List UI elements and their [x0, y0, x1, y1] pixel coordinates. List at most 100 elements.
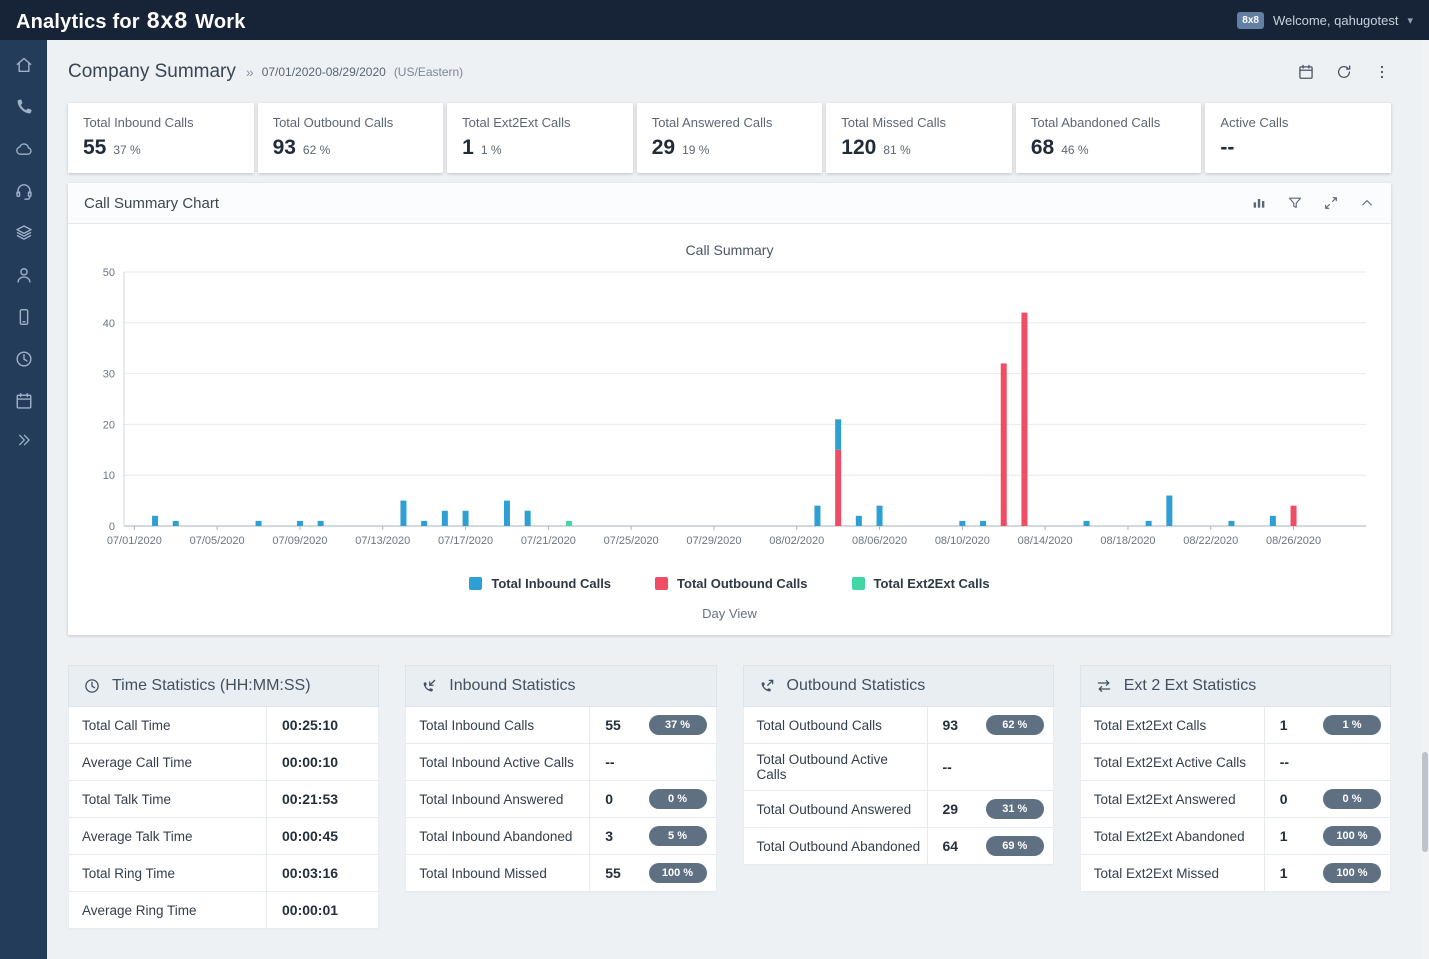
stat-row: Total Inbound Missed 55 100 %: [406, 855, 716, 892]
page-scrollbar[interactable]: [1421, 40, 1429, 959]
sidebar-item-devices[interactable]: [0, 296, 47, 338]
bar-08/16/2020: [1083, 520, 1090, 526]
user-8x8-badge: 8x8: [1237, 11, 1264, 29]
date-range[interactable]: 07/01/2020-08/29/2020: [262, 65, 386, 79]
phone-icon: [17, 99, 32, 114]
top-bar: Analytics for 8x8 Work 8x8 Welcome, qahu…: [0, 0, 1429, 40]
sidebar-item-home[interactable]: [0, 44, 47, 86]
svg-text:40: 40: [102, 318, 114, 330]
stat-row: Total Ext2Ext Active Calls --: [1080, 744, 1390, 781]
stat-row: Total Outbound Answered 29 31 %: [743, 791, 1053, 828]
statistics-grid: Time Statistics (HH:MM:SS) Total Call Tim…: [68, 665, 1391, 930]
date-picker-button[interactable]: [1297, 63, 1315, 81]
stat-row: Average Talk Time 00:00:45: [69, 818, 379, 855]
bar-08/25/2020: [1269, 515, 1276, 526]
bar-07/02/2020: [151, 515, 158, 526]
sidebar-item-calls[interactable]: [0, 86, 47, 128]
card-value: 68: [1030, 136, 1055, 159]
percent-badge: 62 %: [985, 715, 1044, 735]
percent-badge: 0 %: [1323, 789, 1381, 809]
stat-label: Total Outbound Answered: [744, 791, 928, 827]
outbound-statistics-panel: Outbound Statistics Total Outbound Calls 9…: [742, 665, 1054, 930]
filter-icon: [1288, 197, 1302, 208]
stat-label: Total Outbound Calls: [744, 707, 928, 743]
fullscreen-button[interactable]: [1323, 195, 1339, 211]
sidebar-item-schedule[interactable]: [0, 380, 47, 422]
stat-panel-title: Time Statistics (HH:MM:SS): [112, 677, 311, 694]
bar-08/12/2020: [1000, 363, 1007, 526]
stat-value: 00:03:16: [282, 865, 339, 881]
refresh-icon: [1337, 64, 1351, 78]
stat-label: Total Ext2Ext Active Calls: [1081, 744, 1265, 780]
stat-row: Total Ext2Ext Calls 1 1 %: [1080, 707, 1390, 744]
stat-value: 00:25:10: [282, 717, 339, 733]
refresh-button[interactable]: [1335, 63, 1353, 81]
percent-badge: 100 %: [1323, 826, 1381, 846]
sidebar-item-users[interactable]: [0, 254, 47, 296]
percent-badge: 1 %: [1323, 715, 1381, 735]
stat-panel-title: Ext 2 Ext Statistics: [1123, 677, 1257, 694]
timezone-label: (US/Eastern): [393, 64, 464, 79]
call-summary-chart-panel: Call Summary Chart Call Summary 0 10 20 30 4…: [68, 183, 1391, 635]
page-header: Company Summary » 07/01/2020-08/29/2020 …: [68, 40, 1391, 103]
stat-row: Total Inbound Calls 55 37 %: [406, 707, 716, 744]
bar-08/04/2020: [834, 419, 841, 450]
stat-label: Average Talk Time: [69, 818, 267, 854]
more-options-button[interactable]: [1373, 63, 1391, 81]
sidebar-item-queues[interactable]: [0, 212, 47, 254]
summary-card-total-abandoned-calls: Total Abandoned Calls 68 46 %: [1015, 103, 1202, 173]
scrollbar-thumb[interactable]: [1422, 752, 1428, 852]
legend-item[interactable]: Total Inbound Calls: [469, 576, 611, 591]
sidebar-item-agents[interactable]: [0, 170, 47, 212]
bar-07/09/2020: [296, 520, 303, 526]
filter-button[interactable]: [1287, 195, 1303, 211]
legend-item[interactable]: Total Ext2Ext Calls: [851, 576, 990, 591]
stat-value: 55: [605, 865, 621, 881]
legend-item[interactable]: Total Outbound Calls: [655, 576, 808, 591]
sidebar-expand-button[interactable]: [0, 422, 47, 458]
card-value: 1: [462, 136, 474, 159]
bar-07/17/2020: [462, 510, 469, 526]
svg-text:08/10/2020: 08/10/2020: [934, 535, 989, 547]
card-percent: 62 %: [302, 143, 331, 157]
chart-type-button[interactable]: [1251, 195, 1267, 211]
stat-value: 93: [942, 717, 959, 733]
stat-value: 0: [605, 791, 614, 807]
bar-07/16/2020: [441, 510, 448, 526]
body-row: Company Summary » 07/01/2020-08/29/2020 …: [0, 40, 1429, 959]
user-menu[interactable]: 8x8 Welcome, qahugotest ▾: [1237, 11, 1413, 29]
inbound-statistics-panel: Inbound Statistics Total Inbound Calls 55 3…: [405, 665, 717, 930]
inbound-call-icon: [423, 679, 436, 692]
stat-value: 1: [1279, 828, 1288, 844]
card-label: Total Inbound Calls: [83, 115, 194, 130]
stat-row: Total Outbound Active Calls --: [743, 744, 1053, 791]
bar-07/14/2020: [399, 500, 406, 526]
stat-label: Total Inbound Active Calls: [406, 744, 591, 780]
sidebar-item-cloud-services[interactable]: [0, 128, 47, 170]
svg-text:07/13/2020: 07/13/2020: [355, 535, 410, 547]
bar-08/06/2020: [876, 505, 883, 526]
stat-label: Total Outbound Active Calls: [744, 744, 928, 790]
svg-text:07/17/2020: 07/17/2020: [438, 535, 493, 547]
stat-value: 00:00:01: [282, 902, 339, 918]
day-view-label: Day View: [702, 606, 757, 621]
chart-area: 0 10 20 30 40 50 07/01/2020 07/05/2020 07/09/202…: [76, 262, 1383, 562]
stat-label: Total Ring Time: [69, 855, 267, 891]
percent-badge: 100 %: [1323, 863, 1381, 883]
welcome-text[interactable]: Welcome, qahugotest: [1273, 13, 1399, 28]
stat-panel-header: Inbound Statistics: [405, 665, 717, 707]
queues-icon: [15, 225, 32, 240]
bar-07/19/2020: [503, 500, 510, 526]
bar-08/03/2020: [813, 505, 820, 526]
stat-value: --: [942, 759, 952, 775]
sidebar-item-time[interactable]: [0, 338, 47, 380]
collapse-panel-button[interactable]: [1359, 195, 1375, 211]
chevron-down-icon[interactable]: ▾: [1407, 14, 1413, 27]
stat-label: Average Ring Time: [69, 892, 267, 928]
svg-text:08/22/2020: 08/22/2020: [1183, 535, 1238, 547]
stat-panel-title: Inbound Statistics: [449, 677, 576, 694]
card-percent: 81 %: [883, 143, 911, 157]
summary-cards-row: Total Inbound Calls 55 37 % Total Outbound …: [68, 103, 1391, 173]
stat-value: --: [1279, 754, 1290, 770]
svg-text:10: 10: [102, 470, 114, 482]
